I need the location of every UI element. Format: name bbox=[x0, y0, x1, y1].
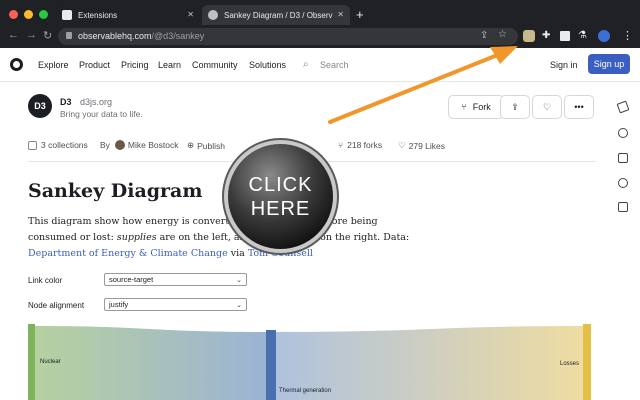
arrow-overlay bbox=[328, 46, 518, 124]
pointer-arrow-line bbox=[328, 52, 502, 124]
